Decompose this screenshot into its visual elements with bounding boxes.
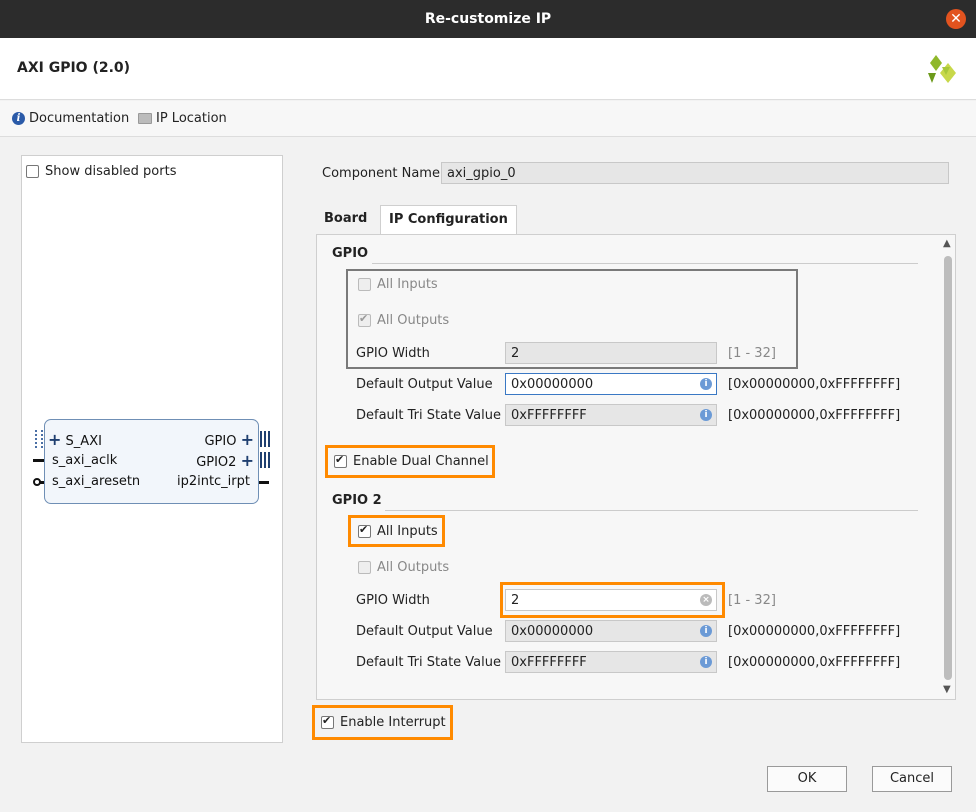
tab-bar: Board IP Configuration [316,205,956,235]
s-axi-aresetn-port[interactable]: s_axi_aresetn [52,474,140,489]
tab-ip-configuration[interactable]: IP Configuration [380,205,517,235]
inverted-reset-bubble-icon [33,478,41,486]
checkbox-box[interactable] [358,278,371,291]
gpio-width-field[interactable]: 2 [505,342,717,364]
ip2intc-irpt-port[interactable]: ip2intc_irpt [177,474,250,489]
checkbox-box[interactable] [334,453,347,468]
show-disabled-ports-label: Show disabled ports [45,164,177,179]
s-axi-aclk-port[interactable]: s_axi_aclk [52,453,117,468]
documentation-label: Documentation [29,111,130,126]
gpio2-width-range: [1 - 32] [728,593,776,608]
gpio-tri-state-field[interactable]: 0xFFFFFFFF i [505,404,717,426]
gpio2-all-outputs-checkbox[interactable]: All Outputs [358,560,449,575]
gpio-width-label: GPIO Width [356,346,430,361]
gpio-default-output-field[interactable]: 0x00000000 i [505,373,717,395]
gpio-port[interactable]: GPIO + [204,430,254,449]
enable-interrupt-checkbox[interactable]: Enable Interrupt [321,714,446,730]
expand-plus-icon[interactable]: + [241,430,254,449]
gpio-width-range: [1 - 32] [728,346,776,361]
gpio2-port[interactable]: GPIO2 + [196,451,254,470]
folder-icon [138,113,152,124]
scroll-down-icon[interactable]: ▼ [943,684,951,695]
ok-button[interactable]: OK [767,766,847,792]
checkbox-box[interactable] [26,165,39,178]
ip-name: AXI GPIO (2.0) [17,60,131,76]
gpio2-section-title: GPIO 2 [332,493,382,508]
gpio2-bus-connector [260,452,270,468]
gpio-tri-state-label: Default Tri State Value [356,408,501,423]
expand-plus-icon[interactable]: + [48,430,61,449]
gpio2-width-label: GPIO Width [356,593,430,608]
s-axi-port[interactable]: + S_AXI [48,430,102,449]
gpio2-width-field[interactable]: 2 × [505,589,717,611]
component-name-label: Component Name [322,166,440,181]
info-icon[interactable]: i [700,378,712,390]
tab-board[interactable]: Board [316,205,375,235]
checkbox-box[interactable] [358,561,371,574]
close-icon[interactable]: ✕ [946,9,966,29]
gpio2-tri-state-field[interactable]: 0xFFFFFFFF i [505,651,717,673]
info-icon[interactable]: i [700,409,712,421]
expand-plus-icon[interactable]: + [241,451,254,470]
section-divider [385,510,918,511]
gpio-section-title: GPIO [332,246,369,261]
vendor-logo [928,55,956,83]
gpio2-default-output-label: Default Output Value [356,624,493,639]
ip-location-label: IP Location [156,111,227,126]
scrollbar-thumb[interactable] [944,256,952,680]
cancel-button[interactable]: Cancel [872,766,952,792]
info-icon[interactable]: i [700,625,712,637]
show-disabled-ports-checkbox[interactable]: Show disabled ports [26,164,176,179]
clear-icon[interactable]: × [700,594,712,606]
gpio2-default-output-range: [0x00000000,0xFFFFFFFF] [728,624,901,639]
window-title: Re-customize IP [424,11,552,27]
ip-block-symbol[interactable]: + S_AXI s_axi_aclk s_axi_aresetn GPIO + … [44,419,259,504]
title-bar: Re-customize IP ✕ [0,0,976,38]
gpio2-tri-state-label: Default Tri State Value [356,655,501,670]
vertical-scrollbar[interactable]: ▲ ▼ [941,236,955,698]
gpio2-tri-state-range: [0x00000000,0xFFFFFFFF] [728,655,901,670]
section-divider [372,263,918,264]
toolbar: i Documentation IP Location [0,101,976,137]
documentation-link[interactable]: i Documentation [12,111,129,126]
gpio-tri-state-range: [0x00000000,0xFFFFFFFF] [728,408,901,423]
gpio-all-inputs-checkbox[interactable]: All Inputs [358,277,438,292]
gpio-default-output-label: Default Output Value [356,377,493,392]
gpio-default-output-range: [0x00000000,0xFFFFFFFF] [728,377,901,392]
gpio-bus-connector [260,431,270,447]
gpio2-default-output-field[interactable]: 0x00000000 i [505,620,717,642]
scroll-up-icon[interactable]: ▲ [943,238,951,249]
ip-header: AXI GPIO (2.0) [0,38,976,100]
gpio2-all-inputs-checkbox[interactable]: All Inputs [358,523,438,539]
ip-location-link[interactable]: IP Location [138,111,227,126]
gpio-all-outputs-checkbox[interactable]: All Outputs [358,312,449,328]
aclk-wire [33,459,44,462]
component-name-field[interactable]: axi_gpio_0 [441,162,949,184]
irpt-wire [259,481,269,484]
s-axi-bus-connector [35,430,43,448]
checkbox-box[interactable] [321,714,334,729]
info-icon: i [12,112,25,125]
checkbox-box[interactable] [358,312,371,327]
info-icon[interactable]: i [700,656,712,668]
enable-dual-channel-checkbox[interactable]: Enable Dual Channel [334,453,489,469]
checkbox-box[interactable] [358,523,371,538]
